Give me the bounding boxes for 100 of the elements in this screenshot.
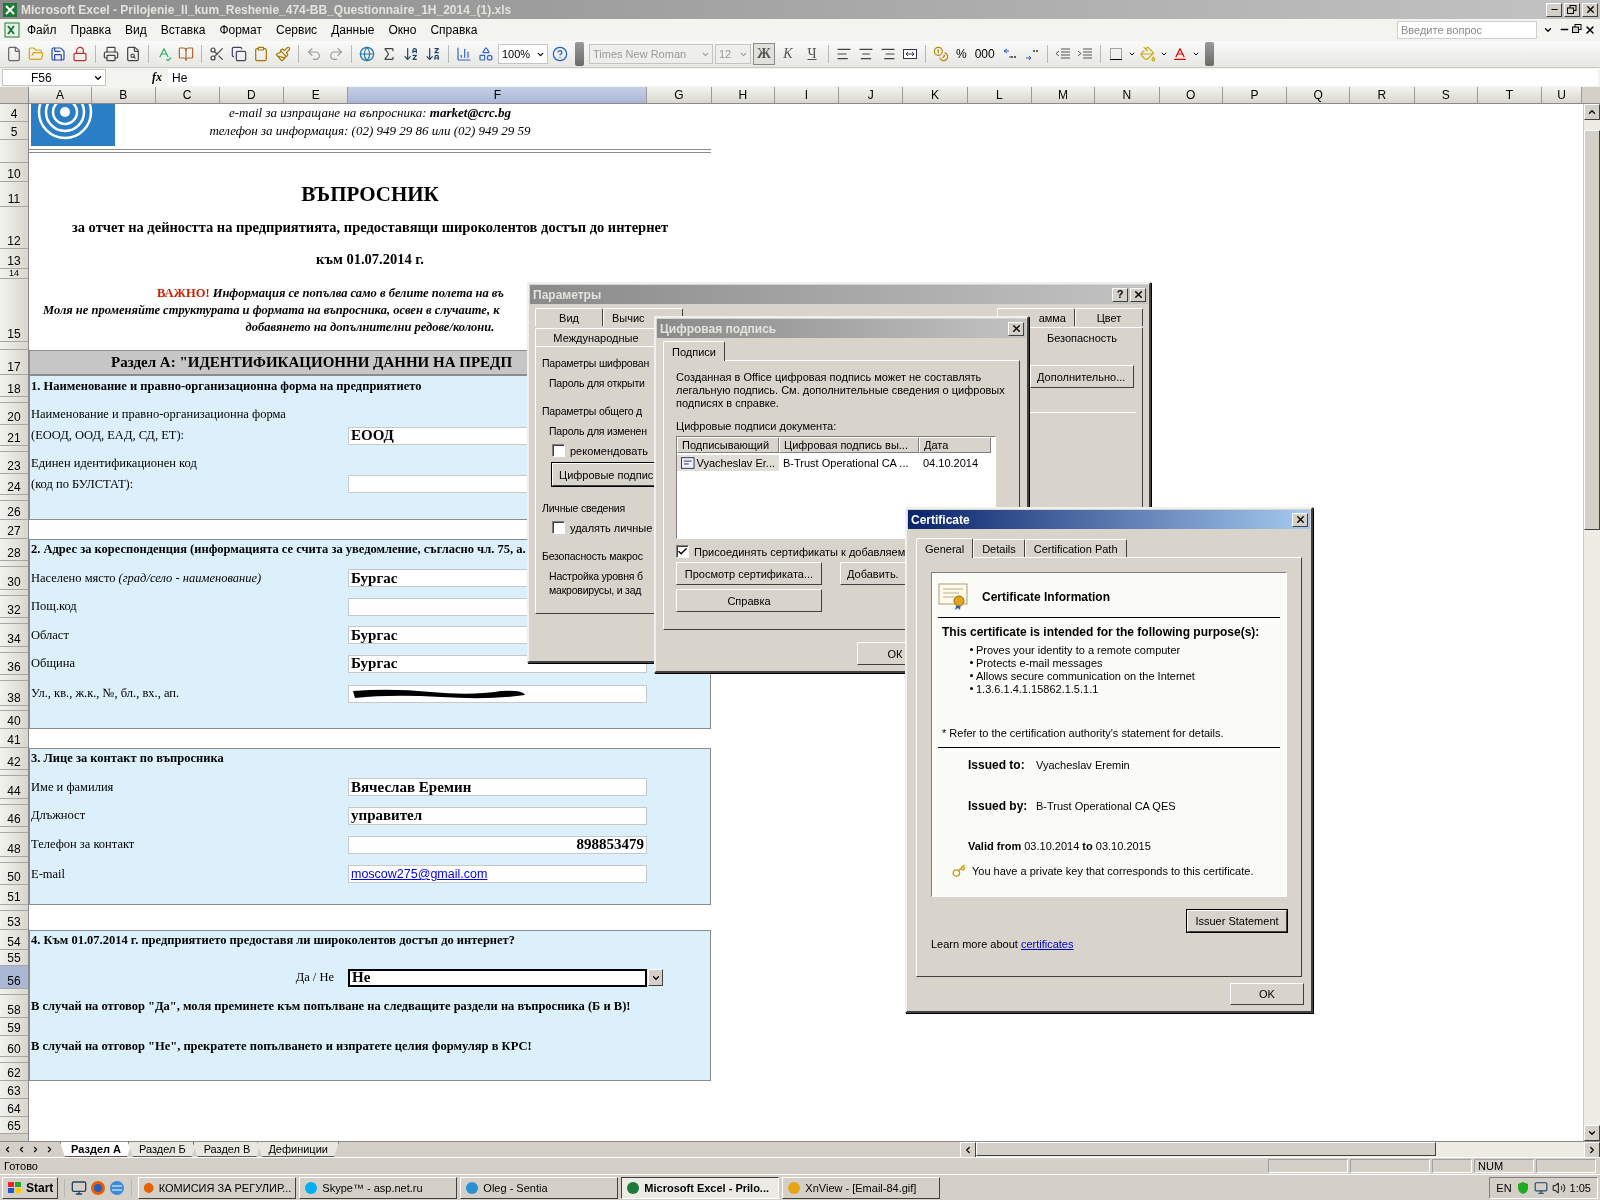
close-button[interactable] <box>1582 2 1598 17</box>
email-link[interactable]: moscow275@gmail.com <box>351 867 488 881</box>
form-field[interactable]: 898853479 <box>348 835 647 854</box>
ok-button[interactable]: OK <box>1230 983 1304 1005</box>
help-button[interactable]: ? <box>1112 287 1128 302</box>
issuer-statement-button[interactable]: Issuer Statement <box>1187 910 1287 932</box>
dialog-tab[interactable]: General <box>916 538 974 558</box>
row-header[interactable]: 21 <box>0 425 28 446</box>
permission-icon[interactable] <box>72 46 88 62</box>
sheet-tab[interactable]: Раздел В <box>192 1142 262 1157</box>
menu-item[interactable]: Данные <box>324 21 382 39</box>
row-header[interactable]: 20 <box>0 402 28 426</box>
column-header[interactable]: C <box>155 87 220 103</box>
new-file-icon[interactable] <box>6 46 22 62</box>
restore-button[interactable] <box>1564 2 1580 17</box>
row-header[interactable]: 42 <box>0 747 28 770</box>
copy-icon[interactable] <box>231 46 247 62</box>
save-icon[interactable] <box>50 46 66 62</box>
column-header[interactable]: L <box>967 87 1032 103</box>
row-header[interactable]: 10 <box>0 163 28 182</box>
currency-icon[interactable] <box>933 46 949 62</box>
column-header[interactable]: Цифровая подпись вы... <box>779 437 919 453</box>
checkbox[interactable] <box>552 521 565 534</box>
row-header[interactable]: 48 <box>0 833 28 857</box>
row-header[interactable]: 32 <box>0 595 28 619</box>
row-header[interactable]: 50 <box>0 862 28 886</box>
row-header[interactable]: 51 <box>0 885 28 905</box>
column-header[interactable]: G <box>647 87 712 103</box>
dialog-tab[interactable]: Подписи <box>663 341 725 361</box>
column-header[interactable]: N <box>1095 87 1160 103</box>
sum-icon[interactable] <box>381 46 397 62</box>
row-header[interactable]: 14 <box>0 269 28 280</box>
dialog-tab[interactable]: Цвет <box>1075 308 1143 326</box>
font-color-icon[interactable] <box>1171 46 1188 62</box>
form-field[interactable]: moscow275@gmail.com <box>348 865 647 883</box>
row-header[interactable]: 58 <box>0 995 28 1018</box>
column-header[interactable]: Q <box>1287 87 1351 103</box>
sheet-tab[interactable]: Раздел Б <box>128 1142 197 1157</box>
column-header[interactable]: M <box>1031 87 1096 103</box>
caret-icon[interactable] <box>1159 50 1168 58</box>
row-header[interactable]: 53 <box>0 910 28 931</box>
form-field[interactable] <box>348 684 647 703</box>
row-header[interactable]: 38 <box>0 681 28 706</box>
taskbar-button[interactable]: Microsoft Excel - Prilo... <box>621 1176 780 1199</box>
taskbar-button[interactable]: Oleg - Sentia <box>460 1176 619 1199</box>
column-header[interactable]: Подписывающий <box>677 437 779 453</box>
zoom-dropdown[interactable]: 100% <box>498 44 548 64</box>
spelling-icon[interactable] <box>156 46 172 62</box>
chart-icon[interactable] <box>456 46 472 62</box>
sort-descending-icon[interactable] <box>425 46 441 62</box>
column-header[interactable]: K <box>903 87 968 103</box>
row-header[interactable]: 24 <box>0 474 28 495</box>
row-header[interactable]: 27 <box>0 520 28 539</box>
print-preview-icon[interactable] <box>125 46 141 62</box>
caret-icon[interactable] <box>1543 25 1553 35</box>
caret-icon[interactable] <box>1191 50 1200 58</box>
language-indicator[interactable]: EN <box>1496 1181 1512 1194</box>
dialog-tab[interactable]: Details <box>973 539 1025 557</box>
row-header[interactable]: 34 <box>0 624 28 647</box>
format-button[interactable]: Ж <box>753 43 775 65</box>
row-header[interactable]: 63 <box>0 1081 28 1100</box>
taskbar-button[interactable]: КОМИСИЯ ЗА РЕГУЛИР... <box>138 1176 297 1199</box>
scroll-right-button[interactable] <box>1584 1142 1600 1158</box>
taskbar-button[interactable]: XnView - [Email-84.gif] <box>782 1176 941 1199</box>
row-header[interactable]: 56 <box>0 965 28 990</box>
menu-item[interactable]: Окно <box>381 21 424 39</box>
scrollbar-thumb[interactable] <box>976 1142 1436 1156</box>
row-header[interactable]: 54 <box>0 930 28 951</box>
menu-item[interactable]: Вид <box>118 21 154 39</box>
advanced-button[interactable]: Дополнительно... <box>1030 365 1134 388</box>
number-format-button[interactable]: % <box>953 43 970 65</box>
column-header[interactable]: E <box>284 87 349 103</box>
column-header[interactable]: H <box>711 87 775 103</box>
scroll-down-button[interactable] <box>1584 1125 1600 1141</box>
row-header[interactable]: 36 <box>0 652 28 676</box>
view-certificate-button[interactable]: Просмотр сертификата... <box>676 562 822 585</box>
row-header[interactable]: 11 <box>0 181 28 208</box>
row-header[interactable]: 12 <box>0 207 28 249</box>
scroll-left-button[interactable] <box>960 1142 976 1158</box>
column-header[interactable]: B <box>92 87 156 103</box>
number-format-button[interactable]: 000 <box>971 43 998 65</box>
row-header[interactable]: 46 <box>0 804 28 828</box>
row-header[interactable]: 44 <box>0 776 28 799</box>
help-button[interactable]: Справка <box>676 589 822 612</box>
sheet-tab[interactable]: Дефиниции <box>257 1142 339 1157</box>
column-header[interactable]: I <box>774 87 840 103</box>
row-header[interactable]: 41 <box>0 729 28 748</box>
format-button[interactable]: Ч <box>801 43 823 65</box>
toolbar-grip[interactable] <box>575 42 584 66</box>
column-header[interactable]: A <box>29 87 93 103</box>
volume-icon[interactable] <box>1551 1180 1566 1195</box>
row-header[interactable]: 17 <box>0 349 28 376</box>
name-box[interactable]: F56 <box>2 69 106 86</box>
formula-field[interactable]: Не <box>168 69 1598 86</box>
row-header[interactable]: 30 <box>0 567 28 590</box>
hyperlink-icon[interactable] <box>359 46 375 62</box>
row-header[interactable]: 18 <box>0 375 28 397</box>
column-header[interactable]: J <box>839 87 904 103</box>
certificates-link[interactable]: certificates <box>1020 938 1074 950</box>
column-header[interactable]: R <box>1350 87 1415 103</box>
